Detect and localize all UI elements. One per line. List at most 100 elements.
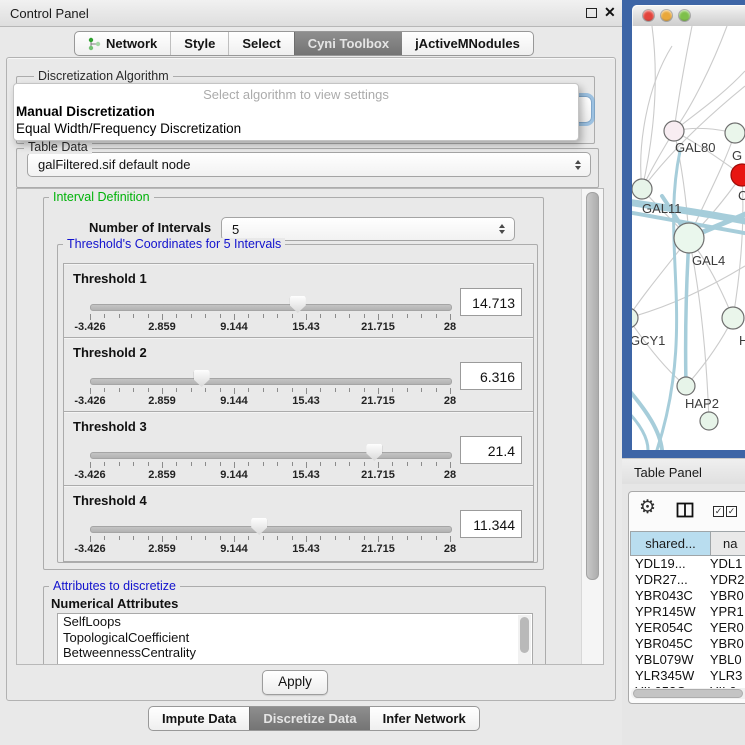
network-node[interactable] xyxy=(722,307,744,329)
table-panel-titlebar: Table Panel xyxy=(622,458,745,486)
table-cell-name[interactable]: YDL1 xyxy=(706,556,745,572)
network-node[interactable] xyxy=(664,121,684,141)
table-cell-shared-name[interactable]: YDR27... xyxy=(630,572,706,588)
number-of-intervals-value: 5 xyxy=(222,222,494,237)
network-edge[interactable] xyxy=(641,46,672,189)
table-row[interactable]: YDL19...YDL1 xyxy=(630,556,745,572)
network-node[interactable] xyxy=(731,164,745,186)
table-row[interactable]: YBR043CYBR0 xyxy=(630,588,745,604)
control-panel-title: Control Panel xyxy=(10,6,89,21)
table-cell-shared-name[interactable]: YPR145W xyxy=(630,604,706,620)
slider-track[interactable] xyxy=(90,452,452,459)
table-cell-name[interactable]: YLR3 xyxy=(706,668,745,684)
table-data-combobox[interactable]: galFiltered.sif default node xyxy=(27,152,591,177)
network-window-titlebar[interactable] xyxy=(632,5,745,27)
slider-tick xyxy=(407,462,408,466)
table-row[interactable]: YDR27...YDR2 xyxy=(630,572,745,588)
network-edge[interactable] xyxy=(686,318,733,386)
table-row[interactable]: YER054CYER0 xyxy=(630,620,745,636)
slider-tick xyxy=(148,314,149,318)
slider-track[interactable] xyxy=(90,378,452,385)
tab-infer-network[interactable]: Infer Network xyxy=(370,707,479,730)
mac-close-button[interactable] xyxy=(643,10,654,21)
table-cell-name[interactable]: YBL0 xyxy=(706,652,745,668)
slider-tick xyxy=(104,388,105,392)
split-columns-icon[interactable] xyxy=(676,501,694,519)
table-settings-gear-icon[interactable]: ⚙ xyxy=(639,496,656,519)
slider-track[interactable] xyxy=(90,304,452,311)
table-cell-shared-name[interactable]: YLR345W xyxy=(630,668,706,684)
slider-track[interactable] xyxy=(90,526,452,533)
table-cell-shared-name[interactable]: YDL19... xyxy=(630,556,706,572)
slider-tick xyxy=(90,536,91,542)
slider-tick xyxy=(234,536,235,542)
mac-zoom-button[interactable] xyxy=(679,10,690,21)
apply-button[interactable]: Apply xyxy=(262,670,328,695)
threshold-value-input[interactable]: 11.344 xyxy=(460,510,522,538)
attribute-list-item-topologicalcoefficient[interactable]: TopologicalCoefficient xyxy=(58,630,532,646)
table-cell-shared-name[interactable]: YER054C xyxy=(630,620,706,636)
tab-impute-data[interactable]: Impute Data xyxy=(149,707,249,730)
table-row[interactable]: YBL079WYBL0 xyxy=(630,652,745,668)
network-node[interactable] xyxy=(700,412,718,430)
float-panel-icon[interactable] xyxy=(586,8,597,18)
table-cell-shared-name[interactable]: YBR045C xyxy=(630,636,706,652)
network-node[interactable] xyxy=(725,123,745,143)
network-edge[interactable] xyxy=(674,26,692,131)
network-edge[interactable] xyxy=(642,26,655,189)
slider-scale-label: -3.426 xyxy=(60,543,120,555)
table-cell-name[interactable]: YPR1 xyxy=(706,604,745,620)
attribute-list-item-betweennesscentrality[interactable]: BetweennessCentrality xyxy=(58,645,532,661)
tab-jactivemnodules[interactable]: jActiveMNodules xyxy=(402,32,533,55)
network-node[interactable] xyxy=(632,179,652,199)
slider-tick xyxy=(133,388,134,392)
network-node[interactable] xyxy=(674,223,704,253)
close-panel-icon[interactable]: ✕ xyxy=(604,4,616,21)
table-horizontal-scrollbar[interactable] xyxy=(631,688,745,699)
network-node[interactable] xyxy=(677,377,695,395)
threshold-value-input[interactable]: 21.4 xyxy=(460,436,522,464)
table-row[interactable]: YPR145WYPR1 xyxy=(630,604,745,620)
network-canvas[interactable]: GAL80GCGAL11GAL4GCY1HHAP2 xyxy=(632,26,745,450)
tab-style[interactable]: Style xyxy=(170,32,228,55)
scrollbar-thumb[interactable] xyxy=(633,689,743,698)
table-cell-name[interactable]: YBR0 xyxy=(706,588,745,604)
table-row[interactable]: YLR345WYLR3 xyxy=(630,668,745,684)
column-header-shared-name[interactable]: shared... xyxy=(630,531,711,556)
network-edge-highlighted[interactable] xyxy=(632,411,648,450)
tab-network[interactable]: Network xyxy=(75,32,170,55)
attributes-list-scrollbar[interactable] xyxy=(518,615,531,665)
table-row[interactable]: YBR045CYBR0 xyxy=(630,636,745,652)
tab-select[interactable]: Select xyxy=(228,32,293,55)
network-edge-highlighted[interactable] xyxy=(686,238,689,386)
popup-option-equal-width-frequency[interactable]: Equal Width/Frequency Discretization xyxy=(16,121,241,136)
threshold-value-input[interactable]: 14.713 xyxy=(460,288,522,316)
tab-discretize-data[interactable]: Discretize Data xyxy=(249,707,369,730)
table-cell-shared-name[interactable]: YBL079W xyxy=(630,652,706,668)
settings-scrollbar-thumb[interactable] xyxy=(586,192,599,580)
slider-tick xyxy=(176,314,177,318)
attribute-list-item-selfloops[interactable]: SelfLoops xyxy=(58,614,532,630)
table-cell-name[interactable]: YER0 xyxy=(706,620,745,636)
table-cell-name[interactable]: YDR2 xyxy=(706,572,745,588)
column-checkbox-icon[interactable]: ✓ xyxy=(713,506,724,517)
slider-tick xyxy=(378,462,379,468)
table-cell-name[interactable]: YBR0 xyxy=(706,636,745,652)
popup-option-manual-discretization[interactable]: Manual Discretization xyxy=(16,104,155,119)
slider-tick xyxy=(148,536,149,540)
network-edge[interactable] xyxy=(674,71,745,131)
scrollbar-thumb[interactable] xyxy=(520,617,529,653)
algorithm-popup-hint: Select algorithm to view settings xyxy=(14,87,578,102)
network-node-label: GAL11 xyxy=(642,201,682,216)
network-node[interactable] xyxy=(632,308,638,328)
slider-scale-label: -3.426 xyxy=(60,469,120,481)
settings-scrollbar[interactable] xyxy=(581,189,603,664)
slider-tick xyxy=(277,462,278,466)
threshold-value-input[interactable]: 6.316 xyxy=(460,362,522,390)
column-header-name[interactable]: na xyxy=(711,531,745,556)
slider-scale-label: 28 xyxy=(420,469,480,481)
mac-minimize-button[interactable] xyxy=(661,10,672,21)
tab-cyni-toolbox[interactable]: Cyni Toolbox xyxy=(294,32,402,55)
table-cell-shared-name[interactable]: YBR043C xyxy=(630,588,706,604)
column-checkbox-icon[interactable]: ✓ xyxy=(726,506,737,517)
